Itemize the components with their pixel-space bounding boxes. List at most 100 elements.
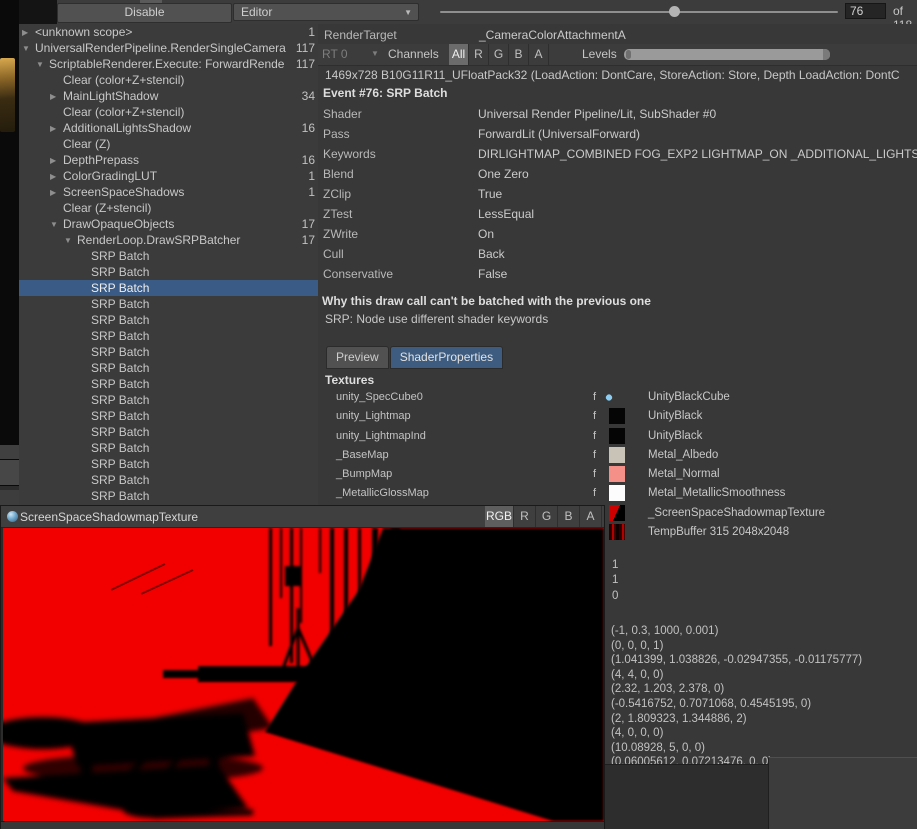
expand-arrow-icon[interactable]: ▼ — [22, 44, 35, 53]
texture-property-name: _BaseMap — [336, 449, 389, 461]
tree-row[interactable]: SRP Batch — [19, 472, 318, 488]
expand-arrow-icon[interactable]: ▼ — [64, 236, 77, 245]
background-panel-right — [768, 757, 917, 829]
expand-arrow-icon[interactable]: ▶ — [50, 172, 63, 181]
tree-row[interactable]: SRP Batch — [19, 408, 318, 424]
preview-channel-button[interactable]: B — [558, 506, 580, 527]
tree-row[interactable]: SRP Batch — [19, 264, 318, 280]
texture-thumbnail[interactable] — [609, 485, 625, 501]
texture-thumbnail[interactable] — [609, 428, 625, 444]
expand-arrow-icon[interactable]: ▼ — [50, 220, 63, 229]
tree-row[interactable]: ▶ MainLightShadow 34 — [19, 88, 318, 104]
texture-thumbnail[interactable] — [609, 408, 625, 424]
texture-name: _ScreenSpaceShadowmapTexture — [648, 507, 825, 519]
channel-button[interactable]: A — [529, 44, 549, 65]
tree-row-label: SRP Batch — [91, 393, 315, 407]
expand-arrow-icon[interactable]: ▶ — [50, 156, 63, 165]
tree-row[interactable]: ▼ ScriptableRenderer.Execute: ForwardRen… — [19, 56, 318, 72]
texture-row: _BumpMap f Metal_Normal — [318, 465, 917, 484]
detail-tab[interactable]: ShaderProperties — [390, 346, 503, 369]
expand-arrow-icon[interactable]: ▶ — [50, 188, 63, 197]
chevron-down-icon: ▼ — [371, 46, 379, 62]
preview-channel-button[interactable]: A — [580, 506, 602, 527]
tree-row[interactable]: ▼ DrawOpaqueObjects 17 — [19, 216, 318, 232]
tree-row[interactable]: SRP Batch — [19, 328, 318, 344]
tree-row[interactable]: SRP Batch — [19, 392, 318, 408]
texture-thumbnail[interactable] — [609, 447, 625, 463]
levels-max-handle[interactable] — [823, 49, 830, 60]
background-window-bar — [0, 460, 19, 485]
property-label: ZClip — [323, 184, 351, 204]
background-panel-left — [605, 764, 768, 829]
tree-row[interactable]: SRP Batch — [19, 424, 318, 440]
tree-row[interactable]: Clear (color+Z+stencil) — [19, 104, 318, 120]
tree-row[interactable]: Clear (Z+stencil) — [19, 200, 318, 216]
tree-row[interactable]: SRP Batch — [19, 248, 318, 264]
tree-row[interactable]: ▶ <unknown scope> 1 — [19, 24, 318, 40]
texture-name: Metal_Albedo — [648, 449, 718, 461]
render-target-value: _CameraColorAttachmentA — [479, 28, 626, 42]
corner-background — [19, 0, 57, 24]
expand-arrow-icon[interactable]: ▼ — [36, 60, 49, 69]
preview-channel-button[interactable]: R — [514, 506, 536, 527]
levels-min-handle[interactable] — [626, 50, 631, 59]
property-value: LessEqual — [478, 204, 534, 224]
preview-channel-button[interactable]: RGB — [485, 506, 514, 527]
tree-row[interactable]: SRP Batch — [19, 344, 318, 360]
texture-row: unity_LightmapInd f UnityBlack — [318, 427, 917, 446]
expand-arrow-icon[interactable]: ▶ — [22, 28, 35, 37]
preview-window-footer — [1, 821, 604, 829]
batch-break-reason: SRP: Node use different shader keywords — [325, 312, 548, 326]
channel-button[interactable]: G — [489, 44, 509, 65]
tree-row[interactable]: SRP Batch — [19, 456, 318, 472]
tree-row[interactable]: SRP Batch — [19, 376, 318, 392]
texture-row: _BaseMap f Metal_Albedo — [318, 446, 917, 465]
property-label: Shader — [323, 104, 362, 124]
texture-name: UnityBlack — [648, 430, 702, 442]
property-row: Conservative False — [323, 264, 917, 284]
tree-row-label: UniversalRenderPipeline.RenderSingleCame… — [35, 41, 296, 55]
property-value: ForwardLit (UniversalForward) — [478, 124, 640, 144]
tree-row[interactable]: ▶ ScreenSpaceShadows 1 — [19, 184, 318, 200]
tree-row-label: ScriptableRenderer.Execute: ForwardRende — [49, 57, 296, 71]
expand-arrow-icon[interactable]: ▶ — [50, 92, 63, 101]
tree-row[interactable]: SRP Batch — [19, 296, 318, 312]
tree-row-label: AdditionalLightsShadow — [63, 121, 302, 135]
tree-row[interactable]: SRP Batch — [19, 312, 318, 328]
texture-thumbnail[interactable] — [609, 505, 625, 521]
tree-row[interactable]: ▶ ColorGradingLUT 1 — [19, 168, 318, 184]
event-slider[interactable] — [440, 11, 838, 13]
tree-row[interactable]: SRP Batch — [19, 360, 318, 376]
texture-asset-icon — [7, 511, 18, 522]
texture-thumbnail[interactable] — [609, 524, 625, 540]
tree-row-label: SRP Batch — [91, 409, 315, 423]
tree-row[interactable]: Clear (color+Z+stencil) — [19, 72, 318, 88]
shadowmap-render — [3, 528, 604, 821]
event-slider-handle[interactable] — [669, 6, 680, 17]
tree-row-label: SRP Batch — [91, 361, 315, 375]
tree-row[interactable]: ▼ RenderLoop.DrawSRPBatcher 17 — [19, 232, 318, 248]
levels-range-slider[interactable] — [624, 49, 830, 60]
tree-row[interactable]: ▼ UniversalRenderPipeline.RenderSingleCa… — [19, 40, 318, 56]
chevron-down-icon: ▼ — [404, 4, 412, 21]
tree-row[interactable]: ▶ DepthPrepass 16 — [19, 152, 318, 168]
channel-button[interactable]: R — [469, 44, 489, 65]
preview-channel-button[interactable]: G — [536, 506, 558, 527]
detail-tab[interactable]: Preview — [326, 346, 389, 369]
texture-thumbnail[interactable] — [609, 466, 625, 482]
tree-row[interactable]: SRP Batch — [19, 280, 318, 296]
target-selection-dropdown[interactable]: Editor ▼ — [233, 3, 419, 21]
texture-row: unity_SpecCube0 f UnityBlackCube — [318, 388, 917, 407]
preview-title-bar[interactable]: ScreenSpaceShadowmapTexture RGB R G B A — [1, 506, 604, 528]
channel-button[interactable]: All — [449, 44, 469, 65]
tree-row[interactable]: Clear (Z) — [19, 136, 318, 152]
expand-arrow-icon[interactable]: ▶ — [50, 124, 63, 133]
tree-row[interactable]: ▶ AdditionalLightsShadow 16 — [19, 120, 318, 136]
rt-index-dropdown[interactable]: RT 0 ▼ — [322, 46, 382, 62]
event-number-input[interactable] — [845, 3, 886, 19]
tree-row[interactable]: SRP Batch — [19, 440, 318, 456]
tree-row[interactable]: SRP Batch — [19, 488, 318, 504]
disable-button[interactable]: Disable — [57, 3, 232, 23]
channel-button[interactable]: B — [509, 44, 529, 65]
channels-toolbar: RT 0 ▼ Channels All R G B A Levels — [318, 44, 917, 66]
